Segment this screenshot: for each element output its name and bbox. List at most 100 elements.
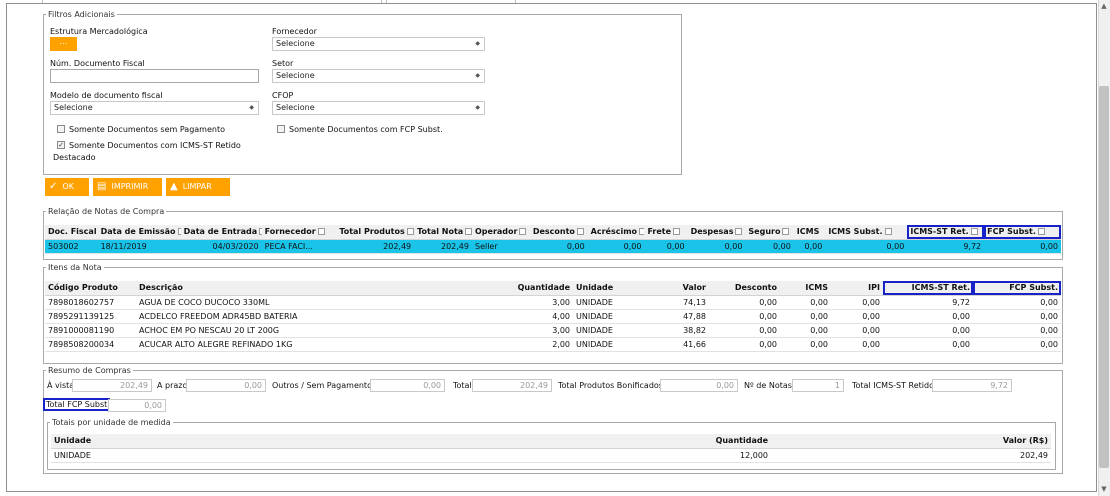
limpar-button[interactable]: ▲ LIMPAR [166, 178, 230, 196]
col-total-nota[interactable]: Total Nota [414, 225, 472, 240]
estrutura-label: Estrutura Mercadológica [50, 27, 148, 36]
table-cell: 0,00 [883, 309, 973, 324]
estrutura-button[interactable]: ... [50, 37, 77, 51]
table-cell: 0,00 [709, 309, 780, 324]
col-fcp-subst[interactable]: FCP Subst. [984, 225, 1061, 240]
col-valor[interactable]: Valor (R$) [771, 434, 1051, 449]
col-descricao[interactable]: Descrição [136, 281, 481, 296]
table-cell: PECA FACI... [261, 239, 337, 254]
table-cell: 12,000 [491, 448, 771, 463]
sort-icon[interactable] [177, 228, 181, 236]
sort-icon[interactable] [317, 228, 325, 236]
table-cell: 9,72 [883, 295, 973, 310]
col-desconto[interactable]: Desconto [709, 281, 780, 296]
col-valor[interactable]: Valor [643, 281, 709, 296]
col-quantidade[interactable]: Quantidade [491, 434, 771, 449]
sort-icon[interactable] [259, 228, 262, 236]
col-data-entrada[interactable]: Data de Entrada [180, 225, 262, 240]
sort-icon[interactable] [735, 228, 743, 236]
table-row[interactable]: 7891000081190 ACHOC EM PO NESCAU 20 LT 20… [45, 323, 1061, 338]
col-data-emissao[interactable]: Data de Emissão [97, 225, 181, 240]
scroll-up-icon[interactable]: ▲ [1099, 1, 1109, 11]
sort-icon[interactable] [673, 228, 681, 236]
table-row[interactable]: UNIDADE 12,000 202,49 [51, 448, 1051, 463]
table-cell: 7895291139125 [45, 309, 136, 324]
col-codigo-produto[interactable]: Código Produto [45, 281, 136, 296]
table-row[interactable]: 503002 18/11/2019 04/03/2020 PECA FACI..… [45, 239, 1061, 254]
table-cell: 0,00 [825, 239, 908, 254]
table-cell: ACHOC EM PO NESCAU 20 LT 200G [136, 323, 481, 338]
table-cell: 2,00 [481, 337, 573, 352]
table-cell: UNIDADE [573, 309, 643, 324]
col-total-produtos[interactable]: Total Produtos [336, 225, 415, 240]
cfop-label: CFOP [272, 91, 294, 100]
table-cell: 0,00 [709, 295, 780, 310]
col-unidade[interactable]: Unidade [51, 434, 491, 449]
col-icms-st-ret[interactable]: ICMS-ST Ret. [883, 281, 973, 296]
modelo-label: Modelo de documento fiscal [50, 91, 163, 100]
col-icms-subst[interactable]: ICMS Subst. [825, 225, 908, 240]
col-fornecedor[interactable]: Fornecedor [261, 225, 337, 240]
sort-icon[interactable] [639, 228, 645, 236]
table-cell: 38,82 [643, 323, 709, 338]
col-doc-fiscal[interactable]: Doc. Fiscal [45, 225, 98, 240]
ok-button[interactable]: ✓ OK [45, 178, 89, 196]
table-cell: 18/11/2019 [97, 239, 181, 254]
icms-st-checkbox[interactable]: ✓ [57, 141, 65, 149]
col-frete[interactable]: Frete [644, 225, 688, 240]
fornecedor-select[interactable]: Selecione ◆ [272, 37, 485, 51]
sort-icon[interactable] [406, 228, 414, 236]
imprimir-button[interactable]: ▤ IMPRIMIR [93, 178, 162, 196]
col-ipi[interactable]: IPI [831, 281, 883, 296]
table-cell: 0,00 [780, 337, 831, 352]
table-cell: AGUA DE COCO DUCOCO 330ML [136, 295, 481, 310]
col-desconto[interactable]: Desconto [529, 225, 588, 240]
table-row[interactable]: 7895291139125 ACDELCO FREEDOM ADR45BD BAT… [45, 309, 1061, 324]
table-row[interactable]: 7898018602757 AGUA DE COCO DUCOCO 330ML 3,… [45, 295, 1061, 310]
col-icms[interactable]: ICMS [780, 281, 831, 296]
sort-icon[interactable] [1037, 228, 1045, 236]
sem-pagamento-label: Somente Documentos sem Pagamento [69, 125, 225, 134]
col-operador[interactable]: Operador [471, 225, 530, 240]
col-fcp-subst[interactable]: FCP Subst. [973, 281, 1061, 296]
table-cell: UNIDADE [573, 337, 643, 352]
table-cell: Seller [471, 239, 530, 254]
fcp-subst-checkbox[interactable] [277, 125, 285, 133]
col-unidade[interactable]: Unidade [573, 281, 643, 296]
col-icms-st-ret[interactable]: ICMS-ST Ret. [907, 225, 985, 240]
num-doc-input[interactable] [50, 69, 259, 83]
col-despesas[interactable]: Despesas [687, 225, 746, 240]
aprazo-field: 0,00 [186, 379, 266, 392]
table-cell: 503002 [45, 239, 98, 254]
sort-icon[interactable] [782, 228, 790, 236]
col-icms[interactable]: ICMS [793, 225, 826, 240]
unidade-legend: Totais por unidade de medida [52, 418, 171, 427]
sort-icon[interactable] [970, 228, 978, 236]
estrutura-button-label: ... [59, 37, 68, 46]
table-cell: 0,00 [883, 323, 973, 338]
scrollbar-thumb[interactable] [1099, 86, 1109, 468]
sort-icon[interactable] [884, 228, 892, 236]
select-caret-icon: ◆ [475, 104, 480, 111]
col-quantidade[interactable]: Quantidade [481, 281, 573, 296]
sort-icon[interactable] [465, 228, 472, 236]
sort-icon[interactable] [519, 228, 527, 236]
modelo-select[interactable]: Selecione ◆ [50, 101, 259, 115]
table-cell: 0,00 [529, 239, 588, 254]
sem-pagamento-checkbox[interactable] [57, 125, 65, 133]
table-row[interactable]: 7898508200034 ACUCAR ALTO ALEGRE REFINADO… [45, 337, 1061, 352]
col-seguro[interactable]: Seguro [745, 225, 794, 240]
table-cell: 74,13 [643, 295, 709, 310]
cfop-select[interactable]: Selecione ◆ [272, 101, 485, 115]
table-cell: 7898508200034 [45, 337, 136, 352]
broom-icon: ▲ [170, 181, 178, 192]
select-caret-icon: ◆ [249, 104, 254, 111]
check-icon: ✓ [49, 181, 58, 192]
notas-legend: Relação de Notas de Compra [48, 207, 165, 216]
sort-icon[interactable] [576, 228, 584, 236]
col-acrescimo[interactable]: Acréscimo [587, 225, 645, 240]
scroll-down-icon[interactable]: ▼ [1099, 484, 1109, 494]
limpar-button-label: LIMPAR [182, 182, 212, 191]
setor-select[interactable]: Selecione ◆ [272, 69, 485, 83]
modelo-select-value: Selecione [54, 103, 93, 112]
